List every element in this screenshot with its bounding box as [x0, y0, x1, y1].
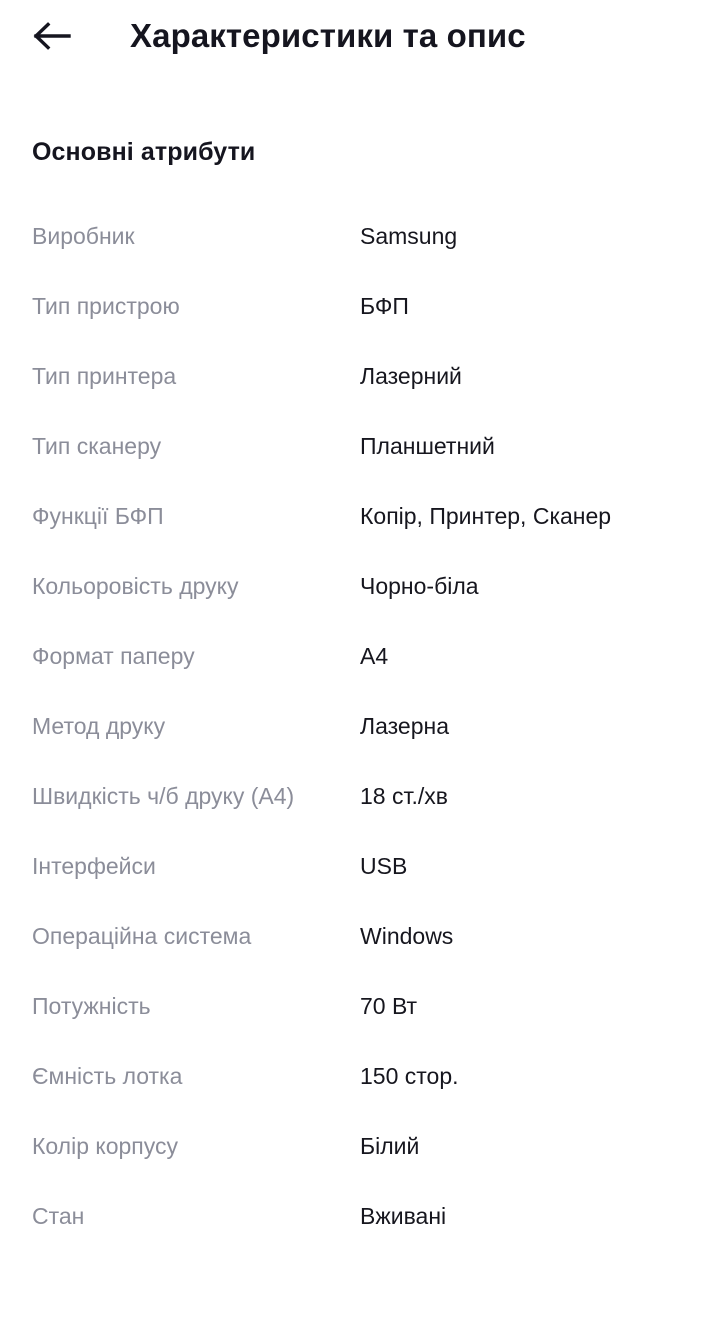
attribute-label: Формат паперу — [32, 643, 195, 669]
attribute-label: Тип сканеру — [32, 433, 162, 459]
product-specs-screen: Характеристики та опис Основні атрибути … — [0, 0, 720, 1318]
arrow-left-icon — [33, 19, 71, 53]
attribute-value: Лазерна — [360, 713, 449, 739]
attribute-value: USB — [360, 853, 408, 879]
attribute-label: Тип принтера — [32, 363, 177, 389]
attribute-label: Кольоровість друку — [32, 573, 239, 599]
attribute-label: Колір корпусу — [32, 1133, 178, 1159]
attribute-label: Тип пристрою — [32, 293, 180, 319]
attribute-value: 150 стор. — [360, 1063, 459, 1089]
app-bar: Характеристики та опис — [0, 0, 720, 72]
attribute-value: Білий — [360, 1133, 420, 1159]
attribute-row: Кольоровість друку Чорно-біла — [32, 569, 688, 639]
attribute-value: Windows — [360, 923, 454, 949]
attribute-value: Копір, Принтер, Сканер — [360, 503, 612, 529]
attribute-label: Стан — [32, 1203, 85, 1229]
attribute-value: A4 — [360, 643, 389, 669]
section-heading: Основні атрибути — [32, 138, 256, 166]
attribute-value: Samsung — [360, 223, 458, 249]
attribute-label: Виробник — [32, 223, 135, 249]
attribute-row: Функції БФП Копір, Принтер, Сканер — [32, 499, 688, 569]
attribute-label: Метод друку — [32, 713, 166, 739]
attribute-row: Формат паперу A4 — [32, 639, 688, 709]
attribute-label: Швидкість ч/б друку (A4) — [32, 783, 295, 809]
attribute-row: Тип принтера Лазерний — [32, 359, 688, 429]
attribute-row: Метод друку Лазерна — [32, 709, 688, 779]
attribute-row: Потужність 70 Вт — [32, 989, 688, 1059]
attribute-row: Ємність лотка 150 стор. — [32, 1059, 688, 1129]
attribute-value: 18 ст./хв — [360, 783, 448, 809]
attribute-value: 70 Вт — [360, 993, 418, 1019]
attribute-row: Інтерфейси USB — [32, 849, 688, 919]
attribute-value: БФП — [360, 293, 409, 319]
attribute-value: Планшетний — [360, 433, 495, 459]
attribute-row: Швидкість ч/б друку (A4) 18 ст./хв — [32, 779, 688, 849]
attribute-row: Колір корпусу Білий — [32, 1129, 688, 1199]
attribute-value: Вживані — [360, 1203, 447, 1229]
attribute-row: Стан Вживані — [32, 1199, 688, 1269]
attribute-label: Операційна система — [32, 923, 252, 949]
attribute-label: Ємність лотка — [32, 1063, 183, 1089]
page-title: Характеристики та опис — [130, 17, 526, 54]
attribute-list: Виробник Samsung Тип пристрою БФП Тип пр… — [32, 219, 688, 1269]
attribute-label: Функції БФП — [32, 503, 164, 529]
attribute-value: Лазерний — [360, 363, 462, 389]
main-attributes-section: Основні атрибути Виробник Samsung Тип пр… — [0, 138, 720, 1269]
attribute-label: Інтерфейси — [32, 853, 156, 879]
attribute-value: Чорно-біла — [360, 573, 479, 599]
attribute-row: Тип пристрою БФП — [32, 289, 688, 359]
attribute-row: Операційна система Windows — [32, 919, 688, 989]
attribute-label: Потужність — [32, 993, 151, 1019]
attribute-row: Виробник Samsung — [32, 219, 688, 289]
attribute-row: Тип сканеру Планшетний — [32, 429, 688, 499]
back-button[interactable] — [24, 8, 80, 64]
